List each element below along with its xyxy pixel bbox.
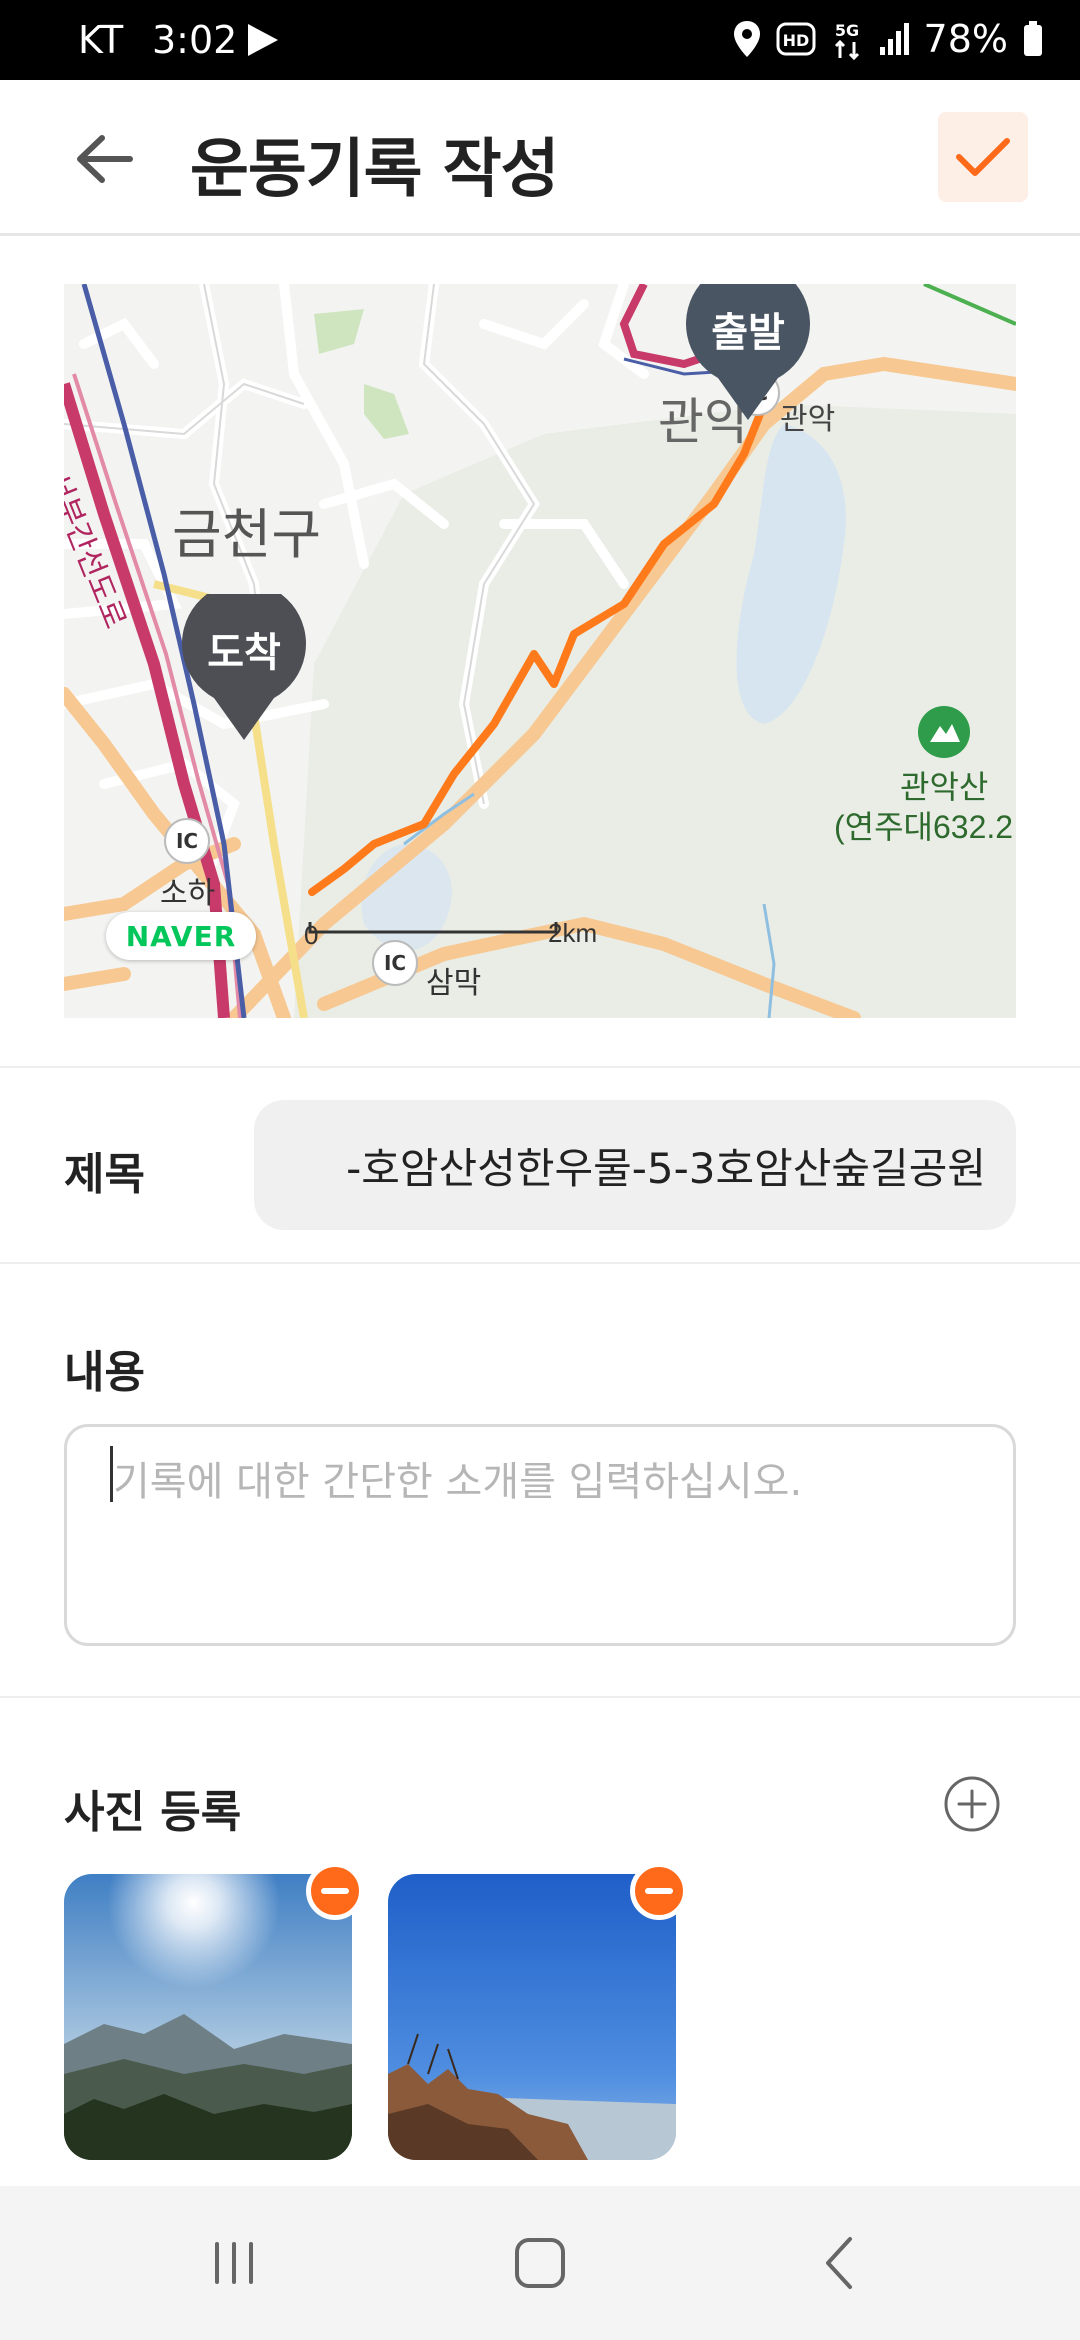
sammak-label: 삼막: [426, 967, 482, 1000]
minus-icon: [645, 1888, 673, 1894]
soha-label: 소하: [160, 877, 216, 910]
remove-photo-button[interactable]: [630, 1862, 688, 1920]
district-label: 금천구: [172, 505, 322, 565]
play-icon: [248, 24, 278, 56]
page-title: 운동기록 작성: [190, 133, 560, 207]
svg-text:5G: 5G: [834, 21, 858, 40]
naver-logo: NAVER: [106, 912, 256, 960]
content-label: 내용: [64, 1347, 145, 1398]
ic-badge-sammak: IC: [372, 940, 418, 986]
minus-icon: [321, 1888, 349, 1894]
photo-thumbnail[interactable]: [388, 1874, 676, 2160]
title-input-value: -호암산성한우물-5-3호암산숲길공원: [346, 1143, 986, 1193]
status-icons: HD 5G 78%: [732, 14, 1044, 64]
title-input[interactable]: -호암산성한우물-5-3호암산숲길공원: [254, 1100, 1016, 1230]
ic-badge-soha: IC: [164, 818, 210, 864]
route-map[interactable]: 서부간선도로 금천구 관악 IC 관악 관악산 (연주대632.2 IC 소하 …: [64, 284, 1016, 1018]
clock: 3:02: [152, 18, 238, 62]
system-nav-bar: [0, 2186, 1080, 2340]
recent-apps-button[interactable]: [134, 2186, 334, 2340]
home-icon: [515, 2238, 565, 2288]
remove-photo-button[interactable]: [306, 1862, 364, 1920]
5g-icon: 5G: [834, 21, 859, 60]
battery-icon: [1024, 21, 1042, 56]
start-pin-label: 출발: [711, 310, 785, 356]
photo-label: 사진 등록: [64, 1787, 242, 1838]
check-icon: [956, 138, 1010, 176]
svg-text:HD: HD: [782, 31, 809, 50]
scale-start-label: 0: [304, 920, 319, 950]
hd-icon: HD: [776, 22, 816, 56]
recent-apps-icon: [215, 2242, 253, 2284]
content-textarea[interactable]: [64, 1424, 1016, 1646]
carrier-label: KT: [78, 18, 124, 62]
signal-icon: [879, 23, 909, 55]
divider: [0, 1696, 1080, 1698]
end-pin-label: 도착: [207, 630, 281, 676]
photo-thumbnail[interactable]: [64, 1874, 352, 2160]
battery-percent: 78%: [923, 17, 1008, 61]
scale-end-label: 2km: [548, 918, 598, 948]
home-button[interactable]: [440, 2186, 640, 2340]
photo-mountain-sun: [64, 1874, 352, 2160]
mountain-height-label: (연주대632.2: [834, 809, 1014, 845]
title-label: 제목: [64, 1149, 145, 1200]
text-caret: [110, 1446, 113, 1502]
plus-circle-icon[interactable]: [942, 1774, 1002, 1834]
divider: [0, 1262, 1080, 1264]
back-button[interactable]: [740, 2186, 940, 2340]
photo-blue-sky: [388, 1874, 676, 2160]
location-icon: [733, 21, 760, 57]
status-bar: KT 3:02 HD 5G 78%: [0, 0, 1080, 80]
save-button[interactable]: [938, 112, 1028, 202]
back-chevron-icon: [826, 2237, 852, 2289]
divider: [0, 1066, 1080, 1068]
arrow-left-icon[interactable]: [70, 124, 140, 194]
app-header: 운동기록 작성: [0, 80, 1080, 236]
